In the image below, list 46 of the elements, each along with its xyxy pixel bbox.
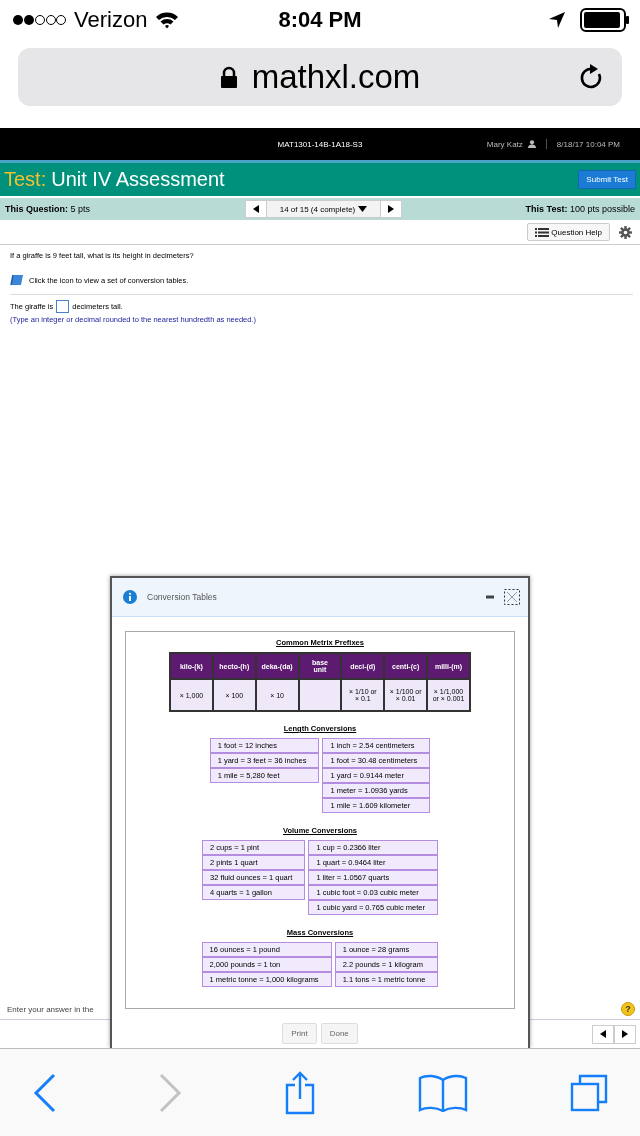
help-button[interactable]: ?	[621, 1002, 635, 1016]
test-title: Unit IV Assessment	[51, 168, 225, 191]
address-bar[interactable]: mathxl.com	[18, 48, 622, 106]
carrier-name: Verizon	[74, 7, 148, 33]
question-help-button[interactable]: Question Help	[527, 223, 610, 241]
reload-icon[interactable]	[578, 63, 604, 91]
right-triangle-icon	[388, 205, 394, 213]
book-icon[interactable]	[417, 1073, 468, 1112]
next-button[interactable]	[614, 1024, 636, 1044]
date-time: 8/18/17 10:04 PM	[556, 139, 620, 149]
question-points: This Question: 5 pts	[5, 204, 91, 214]
user-name: Mary Katz	[486, 139, 523, 149]
previous-question-button[interactable]	[245, 200, 267, 218]
course-id: MAT1301-14B-1A18-S3	[277, 139, 363, 149]
right-triangle-icon	[622, 1030, 628, 1038]
test-label: Test:	[4, 168, 47, 191]
location-arrow-icon	[548, 11, 566, 29]
previous-button[interactable]	[592, 1024, 614, 1044]
caret-icon	[358, 206, 368, 212]
dialog-button[interactable]: Print	[282, 1023, 317, 1044]
left-triangle-icon	[253, 205, 259, 213]
question-selector[interactable]: 14 of 15 (4 complete)	[267, 200, 380, 218]
book-icon[interactable]	[10, 274, 24, 286]
dialog-button[interactable]: Done	[320, 1023, 358, 1044]
dialog-title: Conversion Tables	[147, 592, 217, 602]
battery-icon	[580, 8, 630, 32]
close-icon[interactable]	[504, 589, 520, 605]
url-text: mathxl.com	[251, 58, 421, 96]
share-icon[interactable]	[285, 1070, 315, 1115]
test-points: This Test: 100 pts possible	[525, 204, 635, 214]
tabs-icon[interactable]	[570, 1073, 608, 1112]
back-icon[interactable]	[32, 1072, 56, 1113]
left-triangle-icon	[600, 1030, 606, 1038]
wifi-icon	[155, 11, 180, 29]
clock-time: 8:04 PM	[278, 7, 362, 33]
user-icon	[527, 140, 536, 148]
answer-hint: Enter your answer in the	[7, 1004, 94, 1014]
info-icon	[123, 590, 137, 604]
answer-field[interactable]	[56, 300, 70, 313]
minimize-icon[interactable]	[486, 595, 494, 599]
next-question-button[interactable]	[380, 200, 402, 218]
signal-icon	[12, 14, 66, 26]
lock-icon	[219, 66, 238, 88]
list-icon	[535, 227, 550, 237]
submit-test-button[interactable]: Submit Test	[578, 170, 636, 189]
settings-icon[interactable]	[619, 225, 632, 239]
